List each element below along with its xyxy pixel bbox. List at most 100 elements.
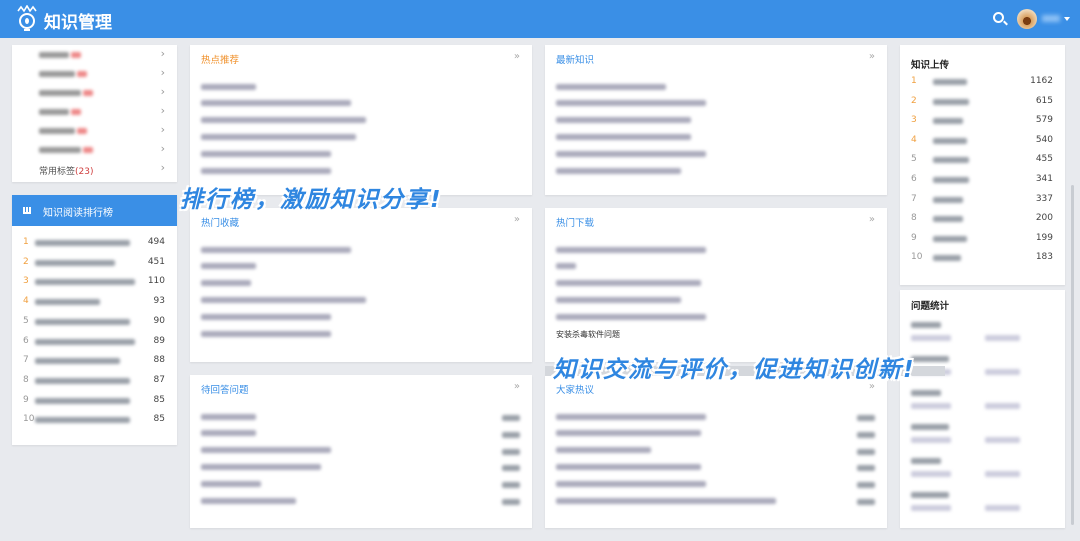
rank-row[interactable]: 7 88 [23,355,165,367]
list-item[interactable] [556,262,875,274]
list-item[interactable] [556,312,875,324]
list-item-title[interactable] [556,430,701,437]
list-item-title[interactable] [556,447,651,454]
chevron-right-icon[interactable]: › [161,47,165,60]
list-item-title[interactable] [556,83,666,90]
list-item[interactable] [556,116,875,128]
list-item[interactable] [556,82,875,94]
list-item[interactable] [201,446,520,458]
rank-row[interactable]: 6 89 [23,336,165,348]
rank-row[interactable]: 4 93 [23,296,165,308]
list-item[interactable] [201,245,520,257]
panel-title[interactable]: 大家热议 [556,382,594,396]
rank-row[interactable]: 2 451 [23,257,165,269]
list-item[interactable] [201,496,520,508]
list-item[interactable] [201,462,520,474]
list-item-title[interactable] [556,413,706,420]
list-item-title[interactable] [556,263,576,270]
list-item[interactable] [201,116,520,128]
list-item-title[interactable] [556,280,701,287]
list-item[interactable] [201,329,520,341]
list-item[interactable] [556,446,875,458]
list-item-title[interactable] [201,430,256,437]
more-chevron-icon[interactable]: » [514,51,520,62]
panel-title[interactable]: 热门收藏 [201,215,239,229]
list-item-title[interactable]: 安装杀毒软件问题 [556,330,620,339]
list-item[interactable] [201,295,520,307]
list-item-title[interactable] [201,167,331,174]
user-name[interactable] [1042,15,1060,22]
list-item-title[interactable] [556,296,681,303]
rank-row[interactable]: 10 85 [23,414,165,426]
more-chevron-icon[interactable]: » [869,214,875,225]
rank-row[interactable]: 5 90 [23,316,165,328]
rank-row[interactable]: 3 579 [911,115,1053,127]
chevron-right-icon[interactable]: › [161,66,165,79]
chevron-right-icon[interactable]: › [161,161,165,174]
list-item-title[interactable] [201,133,356,140]
more-chevron-icon[interactable]: » [514,214,520,225]
list-item-title[interactable] [201,480,261,487]
list-item-title[interactable] [556,167,681,174]
list-item-title[interactable] [556,463,701,470]
rank-row[interactable]: 8 200 [911,213,1053,225]
chevron-right-icon[interactable]: › [161,104,165,117]
list-item[interactable] [556,462,875,474]
list-item[interactable] [556,496,875,508]
rank-row[interactable]: 1 494 [23,237,165,249]
list-item-title[interactable] [556,133,691,140]
rank-row[interactable]: 3 110 [23,276,165,288]
list-item-title[interactable] [201,497,296,504]
list-item-title[interactable] [201,413,256,420]
list-item-title[interactable] [201,117,366,124]
list-item-title[interactable] [556,480,706,487]
panel-title[interactable]: 待回答问题 [201,382,249,396]
list-item[interactable] [201,149,520,161]
rank-row[interactable]: 4 540 [911,135,1053,147]
list-item-title[interactable] [556,313,706,320]
list-item[interactable] [556,99,875,111]
rank-row[interactable]: 5 455 [911,154,1053,166]
list-item[interactable] [201,429,520,441]
list-item[interactable] [201,279,520,291]
list-item-title[interactable] [556,246,706,253]
list-item[interactable] [201,82,520,94]
list-item-title[interactable] [201,463,321,470]
scrollbar[interactable] [1071,185,1074,525]
list-item-title[interactable] [201,280,251,287]
list-item[interactable] [556,132,875,144]
list-item[interactable] [556,479,875,491]
rank-row[interactable]: 9 85 [23,395,165,407]
chevron-right-icon[interactable]: › [161,123,165,136]
avatar[interactable] [1017,9,1037,29]
list-item-title[interactable] [556,117,691,124]
list-item[interactable] [556,279,875,291]
more-chevron-icon[interactable]: » [514,381,520,392]
chevron-right-icon[interactable]: › [161,142,165,155]
list-item[interactable] [556,166,875,178]
list-item-title[interactable] [201,263,256,270]
list-item-title[interactable] [201,83,256,90]
list-item-title[interactable] [201,296,366,303]
more-chevron-icon[interactable]: » [869,51,875,62]
category-item[interactable]: › [39,142,165,157]
rank-row[interactable]: 10 183 [911,252,1053,264]
list-item[interactable] [201,479,520,491]
category-item[interactable]: › [39,47,165,62]
category-item[interactable]: › [39,85,165,100]
list-item-title[interactable] [556,100,706,107]
list-item-title[interactable] [556,497,776,504]
category-item[interactable]: › [39,66,165,81]
category-item[interactable]: 常用标签(23) › [39,161,165,177]
list-item[interactable]: 安装杀毒软件问题 [556,329,875,341]
list-item-title[interactable] [556,150,706,157]
list-item[interactable] [201,99,520,111]
chevron-down-icon[interactable] [1064,17,1070,24]
list-item[interactable] [201,412,520,424]
list-item[interactable] [556,149,875,161]
category-item[interactable]: › [39,123,165,138]
list-item-title[interactable] [201,447,331,454]
list-item-title[interactable] [201,100,351,107]
list-item[interactable] [556,412,875,424]
rank-row[interactable]: 8 87 [23,375,165,387]
